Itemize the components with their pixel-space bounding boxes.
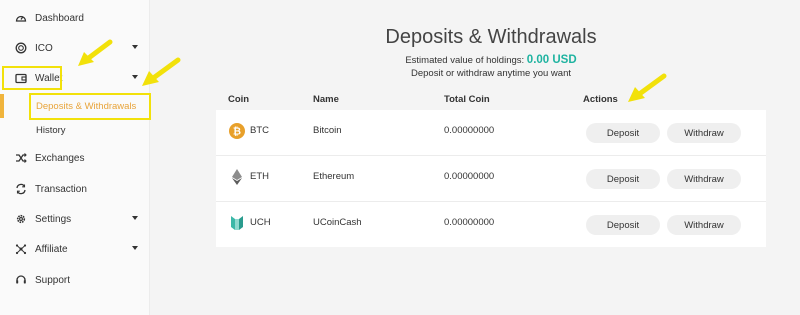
gear-icon (14, 212, 28, 226)
coin-name: UCoinCash (313, 217, 362, 228)
circle-coin-icon (14, 41, 28, 55)
sidebar-item-label: Exchanges (35, 152, 85, 164)
coin-total: 0.00000000 (444, 125, 495, 136)
column-header-name: Name (313, 94, 339, 105)
estimate-amount: 0.00 USD (526, 54, 577, 66)
sidebar-item-dashboard[interactable]: Dashboard (0, 5, 150, 31)
coin-symbol: UCH (250, 217, 271, 228)
column-header-total: Total Coin (444, 94, 490, 105)
sidebar-item-label: ICO (35, 42, 53, 54)
headset-icon (14, 273, 28, 287)
table-row: ₿ BTC Bitcoin 0.00000000 Deposit Withdra… (216, 110, 766, 156)
bitcoin-icon: ₿ (229, 123, 245, 139)
chevron-down-icon (132, 45, 138, 49)
network-icon (14, 242, 28, 256)
sidebar-item-label: Transaction (35, 183, 87, 195)
annotation-arrow-icon (628, 73, 667, 102)
highlight-box (29, 93, 151, 120)
column-header-coin: Coin (228, 94, 250, 105)
estimated-holdings: Estimated value of holdings: 0.00 USD (150, 54, 800, 66)
withdraw-button[interactable]: Withdraw (667, 215, 741, 235)
coin-name: Bitcoin (313, 125, 342, 136)
sidebar-item-label: Dashboard (35, 12, 84, 24)
chevron-down-icon (132, 246, 138, 250)
sidebar-item-support[interactable]: Support (0, 267, 150, 293)
withdraw-button[interactable]: Withdraw (667, 123, 741, 143)
sidebar-item-settings[interactable]: Settings (0, 206, 150, 232)
shuffle-icon (14, 151, 28, 165)
sidebar-item-label: Affiliate (35, 243, 68, 255)
annotation-arrow-icon (78, 39, 113, 66)
ucoincash-icon (231, 216, 243, 230)
sidebar-item-transaction[interactable]: Transaction (0, 176, 150, 202)
coin-name: Ethereum (313, 171, 355, 182)
exchange-circle-icon (14, 182, 28, 196)
table-row: ETH Ethereum 0.00000000 Deposit Withdraw (216, 156, 766, 202)
column-header-actions: Actions (583, 94, 618, 105)
coin-total: 0.00000000 (444, 171, 495, 182)
coin-symbol: ETH (250, 171, 269, 182)
deposit-button[interactable]: Deposit (586, 123, 660, 143)
deposit-button[interactable]: Deposit (586, 215, 660, 235)
chevron-down-icon (132, 216, 138, 220)
coin-symbol: BTC (250, 125, 269, 136)
main-content: Deposits & Withdrawals Estimated value o… (150, 0, 800, 315)
sidebar-item-affiliate[interactable]: Affiliate (0, 236, 150, 262)
table-row: UCH UCoinCash 0.00000000 Deposit Withdra… (216, 202, 766, 248)
sidebar-item-exchanges[interactable]: Exchanges (0, 145, 150, 171)
svg-text:₿: ₿ (233, 126, 241, 138)
sidebar-item-label: Support (35, 274, 71, 286)
highlight-box (2, 66, 62, 90)
annotation-arrow-icon (142, 57, 181, 86)
page-title: Deposits & Withdrawals (385, 26, 597, 48)
coins-table: ₿ BTC Bitcoin 0.00000000 Deposit Withdra… (216, 110, 766, 247)
sidebar-subitem-history[interactable]: History (4, 118, 150, 142)
speedometer-icon (14, 11, 28, 25)
coin-total: 0.00000000 (444, 217, 495, 228)
ethereum-icon (232, 169, 242, 185)
page-subtitle: Deposit or withdraw anytime you want (411, 68, 571, 79)
sidebar-item-label: Settings (35, 213, 72, 225)
estimate-label: Estimated value of holdings: (405, 55, 525, 66)
deposit-button[interactable]: Deposit (586, 169, 660, 189)
withdraw-button[interactable]: Withdraw (667, 169, 741, 189)
